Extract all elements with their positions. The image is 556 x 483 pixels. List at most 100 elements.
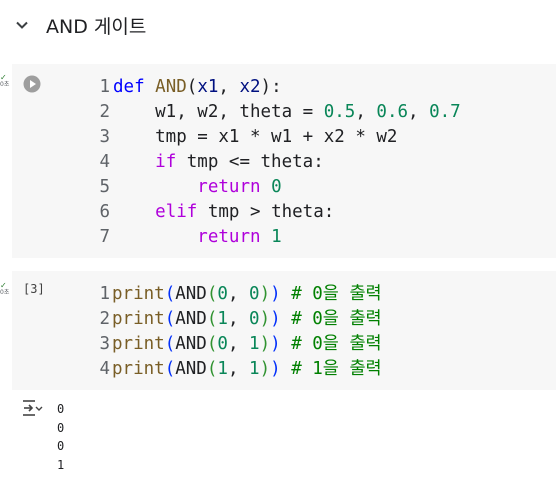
code-token: print <box>112 359 165 379</box>
code-token: tmp = x1 * w1 + x2 * w2 <box>113 127 398 147</box>
execution-count: [3] <box>23 282 45 296</box>
code-line[interactable]: 4 if tmp <= theta: <box>82 150 461 175</box>
code-editor[interactable]: 1 def AND(x1, x2): 2 w1, w2, theta = 0.5, … <box>82 75 461 250</box>
code-line[interactable]: 1 print(AND(0, 0)) # 0을 출력 <box>82 282 382 307</box>
code-token: ) <box>270 284 281 304</box>
output-line: 0 <box>57 439 65 453</box>
code-token: x2 <box>239 77 261 97</box>
line-number: 1 <box>99 77 110 97</box>
code-token: def <box>113 77 145 97</box>
line-number: 4 <box>99 359 110 379</box>
line-number: 4 <box>99 152 110 172</box>
output-line: 0 <box>57 420 65 435</box>
code-token: 0 <box>249 284 260 304</box>
code-line[interactable]: 1 def AND(x1, x2): <box>82 75 461 100</box>
code-token: AND <box>175 309 207 329</box>
code-token: ( <box>206 284 218 304</box>
code-token: return <box>197 177 261 197</box>
cell-status: ✓ 0초 <box>0 281 12 297</box>
line-number: 5 <box>99 177 110 197</box>
code-token: , <box>227 359 250 379</box>
code-token: ( <box>164 284 176 304</box>
output-line: 1 <box>57 457 65 472</box>
code-token: 0 <box>249 309 260 329</box>
code-token: 0 <box>271 177 282 197</box>
line-number: 2 <box>99 309 110 329</box>
line-number: 3 <box>99 334 110 354</box>
section-header: AND 게이트 <box>0 0 556 50</box>
code-line[interactable]: 3 tmp = x1 * w1 + x2 * w2 <box>82 125 461 150</box>
line-number: 2 <box>99 102 110 122</box>
code-line[interactable]: 6 elif tmp > theta: <box>82 200 461 225</box>
code-line[interactable]: 2 print(AND(1, 0)) # 0을 출력 <box>82 307 382 332</box>
line-number: 7 <box>99 227 110 247</box>
code-line[interactable]: 7 return 1 <box>82 225 461 250</box>
code-cell[interactable]: 1 def AND(x1, x2): 2 w1, w2, theta = 0.5, … <box>12 64 556 258</box>
code-token: 0.5 <box>323 102 356 122</box>
code-line[interactable]: 5 return 0 <box>82 175 461 200</box>
code-token: ) <box>259 359 271 379</box>
code-token: tmp > theta: <box>197 202 335 222</box>
exec-time: 0초 <box>0 81 10 88</box>
code-token: AND <box>175 334 207 354</box>
code-token: if <box>155 152 177 172</box>
code-token: ( <box>206 359 218 379</box>
code-token: , <box>408 102 430 122</box>
chevron-down-icon[interactable] <box>14 17 30 33</box>
code-token: ( <box>164 309 176 329</box>
line-number: 3 <box>99 127 110 147</box>
code-token: , <box>227 284 250 304</box>
code-line[interactable]: 2 w1, w2, theta = 0.5, 0.6, 0.7 <box>82 100 461 125</box>
code-token: ( <box>206 309 218 329</box>
code-token: 1 <box>271 227 282 247</box>
code-token: 1 <box>217 309 228 329</box>
code-token: ) <box>259 284 271 304</box>
code-token: # 0을 출력 <box>291 309 382 329</box>
code-token: 0.7 <box>429 102 461 122</box>
code-token: ) <box>259 334 271 354</box>
code-token: elif <box>155 202 198 222</box>
code-line[interactable]: 4 print(AND(1, 1)) # 1을 출력 <box>82 357 382 382</box>
section-title: AND 게이트 <box>46 16 147 38</box>
cell-output: 0 0 0 1 <box>57 400 64 474</box>
code-token: print <box>112 309 165 329</box>
code-cell[interactable]: [3] 1 print(AND(0, 0)) # 0을 출력 2 print(AND(… <box>12 271 556 390</box>
code-token: AND <box>175 359 207 379</box>
code-token: ): <box>260 77 282 97</box>
output-line: 0 <box>57 402 65 416</box>
code-token: ( <box>164 334 176 354</box>
code-token: x1 <box>197 77 219 97</box>
output-actions-icon[interactable] <box>21 399 43 417</box>
code-editor[interactable]: 1 print(AND(0, 0)) # 0을 출력 2 print(AND(1, 0… <box>82 282 382 382</box>
code-token: ) <box>270 309 281 329</box>
code-token: return <box>197 227 261 247</box>
code-token: ( <box>164 359 176 379</box>
code-token: tmp <= theta: <box>176 152 324 172</box>
code-token: 1 <box>249 334 260 354</box>
code-line[interactable]: 3 print(AND(0, 1)) # 0을 출력 <box>82 332 381 357</box>
code-token: 0 <box>217 334 228 354</box>
code-token: # 1을 출력 <box>291 359 382 379</box>
code-token: ) <box>259 309 271 329</box>
check-icon: ✓ <box>0 281 7 290</box>
code-token: , <box>227 309 250 329</box>
code-token: # 0을 출력 <box>291 284 382 304</box>
code-token: ( <box>186 77 198 97</box>
code-token: AND <box>175 284 207 304</box>
code-token: print <box>112 334 165 354</box>
play-circle-icon[interactable] <box>23 75 41 93</box>
code-token: ) <box>270 359 281 379</box>
code-token: 0 <box>217 284 228 304</box>
line-number: 6 <box>99 202 110 222</box>
